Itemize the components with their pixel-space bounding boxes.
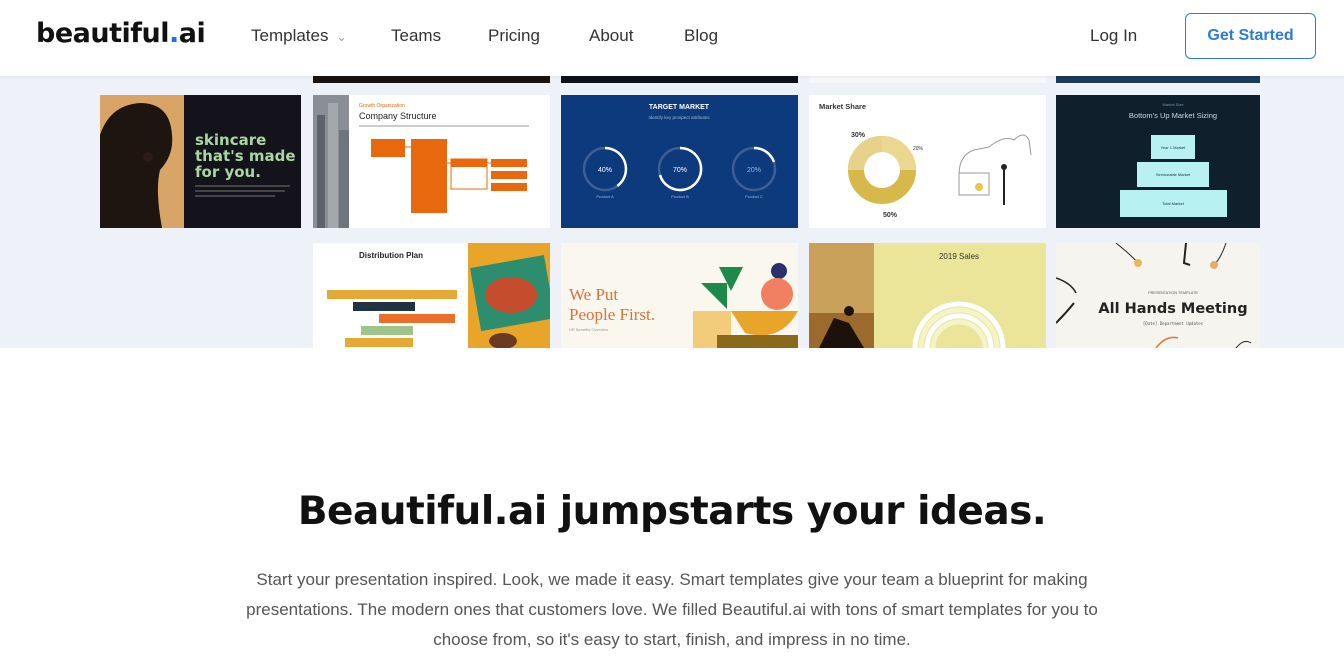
share-label: 20% [913, 146, 924, 152]
chevron-down-icon: ⌄ [336, 29, 347, 44]
target-title: TARGET MARKET [649, 104, 710, 111]
target-circle-label: Product B [671, 194, 689, 199]
hero-body: Start your presentation inspired. Look, … [246, 570, 1098, 649]
template-market-share[interactable]: Market Share 30% 20% 50% [809, 95, 1046, 228]
logo-dot: . [168, 18, 179, 49]
allhands-kicker: PRESENTATION TEMPLATE [1148, 291, 1198, 295]
sizing-tier: Year 1 Market [1161, 145, 1187, 150]
target-circle-value: 20% [747, 167, 761, 174]
template-all-hands[interactable]: PRESENTATION TEMPLATE All Hands Meeting … [1056, 243, 1260, 348]
top-navbar: beautiful.ai Templates ⌄ Teams Pricing Ab… [0, 0, 1344, 76]
template-thumbnail-partial[interactable] [1056, 76, 1260, 83]
weput-sub: HR Benefits Overview [569, 327, 608, 332]
logo-text: beautiful [36, 18, 169, 49]
company-kicker: Growth Organization [359, 103, 405, 109]
template-target-market[interactable]: TARGET MARKET Identify key prospect attr… [561, 95, 798, 228]
target-circle-value: 70% [673, 167, 687, 174]
template-company-structure[interactable]: Growth Organization Company Structure [313, 95, 550, 228]
logo[interactable]: beautiful.ai [36, 18, 206, 49]
nav-pricing[interactable]: Pricing [488, 26, 540, 46]
weput-line2: People First. [569, 305, 655, 324]
share-label: 50% [883, 212, 898, 219]
template-thumbnail-partial[interactable] [313, 76, 550, 83]
target-circle-value: 40% [598, 167, 612, 174]
template-distribution-plan[interactable]: Distribution Plan [313, 243, 550, 348]
distribution-title: Distribution Plan [359, 251, 423, 260]
target-circle-label: Product C [745, 194, 763, 199]
login-link[interactable]: Log In [1090, 26, 1137, 46]
template-market-sizing[interactable]: Market Size Bottom's Up Market Sizing Ye… [1056, 95, 1260, 228]
nav-teams[interactable]: Teams [391, 26, 441, 46]
allhands-title: All Hands Meeting [1098, 301, 1247, 317]
logo-tld: ai [178, 18, 206, 49]
nav-templates[interactable]: Templates ⌄ [251, 26, 347, 46]
sizing-kicker: Market Size [1162, 102, 1184, 107]
share-label: 30% [851, 132, 866, 139]
sales-title: 2019 Sales [939, 252, 979, 261]
allhands-sub: [Date] Department Updates [1143, 321, 1204, 326]
template-2019-sales[interactable]: 2019 Sales [809, 243, 1046, 348]
sizing-tier: Total Market [1162, 201, 1185, 206]
nav-templates-label: Templates [251, 26, 329, 45]
template-thumbnail-partial[interactable] [809, 76, 1046, 83]
hero-headline: Beautiful.ai jumpstarts your ideas. [297, 489, 1047, 534]
template-thumbnail-partial[interactable] [561, 76, 798, 83]
target-circle-label: Product A [596, 194, 614, 199]
sizing-tier: Serviceable Market [1156, 172, 1191, 177]
sizing-title: Bottom's Up Market Sizing [1129, 111, 1217, 120]
template-skincare[interactable]: skincare that's made for you. [100, 95, 301, 228]
share-title: Market Share [819, 102, 866, 111]
nav-about[interactable]: About [589, 26, 633, 46]
nav-blog[interactable]: Blog [684, 26, 718, 46]
template-gallery: skincare that's made for you. Growth Org… [0, 76, 1344, 348]
skincare-title-line: for you. [195, 163, 261, 181]
template-people-first[interactable]: We Put People First. HR Benefits Overvie… [561, 243, 798, 348]
target-subtitle: Identify key prospect attributes [648, 115, 710, 120]
get-started-button[interactable]: Get Started [1185, 13, 1316, 59]
weput-line1: We Put [569, 285, 618, 304]
company-title: Company Structure [359, 111, 437, 121]
